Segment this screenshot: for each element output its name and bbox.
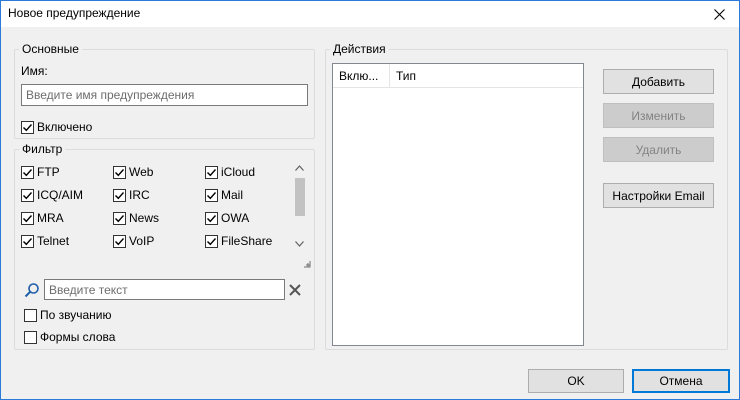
filter-checkbox-fileshare[interactable]: FileShare [205, 233, 272, 249]
by-sound-checkbox-label: По звучанию [40, 308, 112, 322]
email-settings-button[interactable]: Настройки Email [603, 183, 714, 208]
filter-checkbox-mail[interactable]: Mail [205, 187, 243, 203]
scroll-down-button[interactable] [291, 235, 308, 252]
chevron-up-icon [295, 164, 304, 171]
filter-checkbox-icq-aim[interactable]: ICQ/AIM [21, 187, 83, 203]
filter-checkbox-label: OWA [221, 211, 250, 225]
filter-checkbox-label: iCloud [221, 165, 256, 179]
dialog-window: Новое предупреждение Основные Имя: Включ… [0, 0, 740, 400]
check-icon [115, 168, 125, 176]
filter-checkbox-irc[interactable]: IRC [113, 187, 150, 203]
name-label: Имя: [21, 64, 48, 78]
enabled-checkbox-label: Включено [37, 120, 93, 134]
check-icon [23, 214, 33, 222]
filter-checkbox-web[interactable]: Web [113, 164, 153, 180]
actions-list[interactable]: Вклю... Тип [332, 63, 584, 346]
filter-checkbox-news[interactable]: News [113, 210, 159, 226]
add-button[interactable]: Добавить [603, 69, 714, 94]
filter-scrollbar[interactable] [291, 159, 308, 252]
filter-checkbox-label: ICQ/AIM [37, 188, 84, 202]
filter-checkbox-voip[interactable]: VoIP [113, 233, 154, 249]
check-icon [115, 191, 125, 199]
actions-group-title: Действия [330, 42, 389, 56]
scroll-up-button[interactable] [291, 159, 308, 176]
filter-checkbox-mra[interactable]: MRA [21, 210, 64, 226]
clear-icon[interactable] [288, 283, 302, 297]
filter-checkbox-icloud[interactable]: iCloud [205, 164, 255, 180]
window-title: Новое предупреждение [8, 6, 141, 20]
resize-grip-icon[interactable] [303, 260, 311, 268]
check-icon [23, 123, 33, 131]
filter-search-input[interactable] [44, 279, 285, 300]
check-icon [23, 237, 33, 245]
actions-list-header: Вклю... Тип [333, 64, 583, 88]
filter-checkbox-label: Telnet [37, 234, 70, 248]
enabled-checkbox[interactable]: Включено [21, 119, 92, 135]
filter-checkbox-telnet[interactable]: Telnet [21, 233, 69, 249]
filter-checkbox-label: VoIP [129, 234, 155, 248]
filter-checkbox-label: IRC [129, 188, 150, 202]
filter-checkbox-owa[interactable]: OWA [205, 210, 249, 226]
cancel-button[interactable]: Отмена [632, 369, 730, 393]
chevron-down-icon [295, 240, 304, 247]
filter-checkbox-ftp[interactable]: FTP [21, 164, 60, 180]
check-icon [115, 214, 125, 222]
search-icon [24, 283, 39, 298]
delete-button[interactable]: Удалить [603, 137, 714, 162]
word-forms-checkbox[interactable]: Формы слова [24, 329, 115, 345]
alert-name-input[interactable] [21, 84, 308, 106]
filter-checkbox-label: Web [129, 165, 154, 179]
check-icon [207, 168, 217, 176]
filter-checkbox-label: FTP [37, 165, 60, 179]
column-header-type[interactable]: Тип [390, 64, 585, 88]
filter-checkbox-label: FileShare [221, 234, 273, 248]
filter-checkbox-label: News [129, 211, 160, 225]
word-forms-checkbox-label: Формы слова [40, 330, 116, 344]
close-button[interactable] [699, 1, 739, 27]
column-header-enabled[interactable]: Вклю... [333, 64, 390, 88]
by-sound-checkbox[interactable]: По звучанию [24, 307, 112, 323]
general-group-title: Основные [19, 42, 82, 56]
check-icon [207, 237, 217, 245]
check-icon [23, 168, 33, 176]
title-bar: Новое предупреждение [1, 1, 739, 27]
check-icon [23, 191, 33, 199]
filter-checkbox-label: Mail [221, 188, 244, 202]
filter-checkbox-label: MRA [37, 211, 64, 225]
edit-button[interactable]: Изменить [603, 103, 714, 128]
check-icon [207, 214, 217, 222]
check-icon [115, 237, 125, 245]
scroll-thumb[interactable] [295, 178, 305, 216]
close-icon [713, 8, 725, 20]
ok-button[interactable]: OK [528, 369, 624, 393]
check-icon [207, 191, 217, 199]
filter-group-title: Фильтр [19, 142, 66, 156]
